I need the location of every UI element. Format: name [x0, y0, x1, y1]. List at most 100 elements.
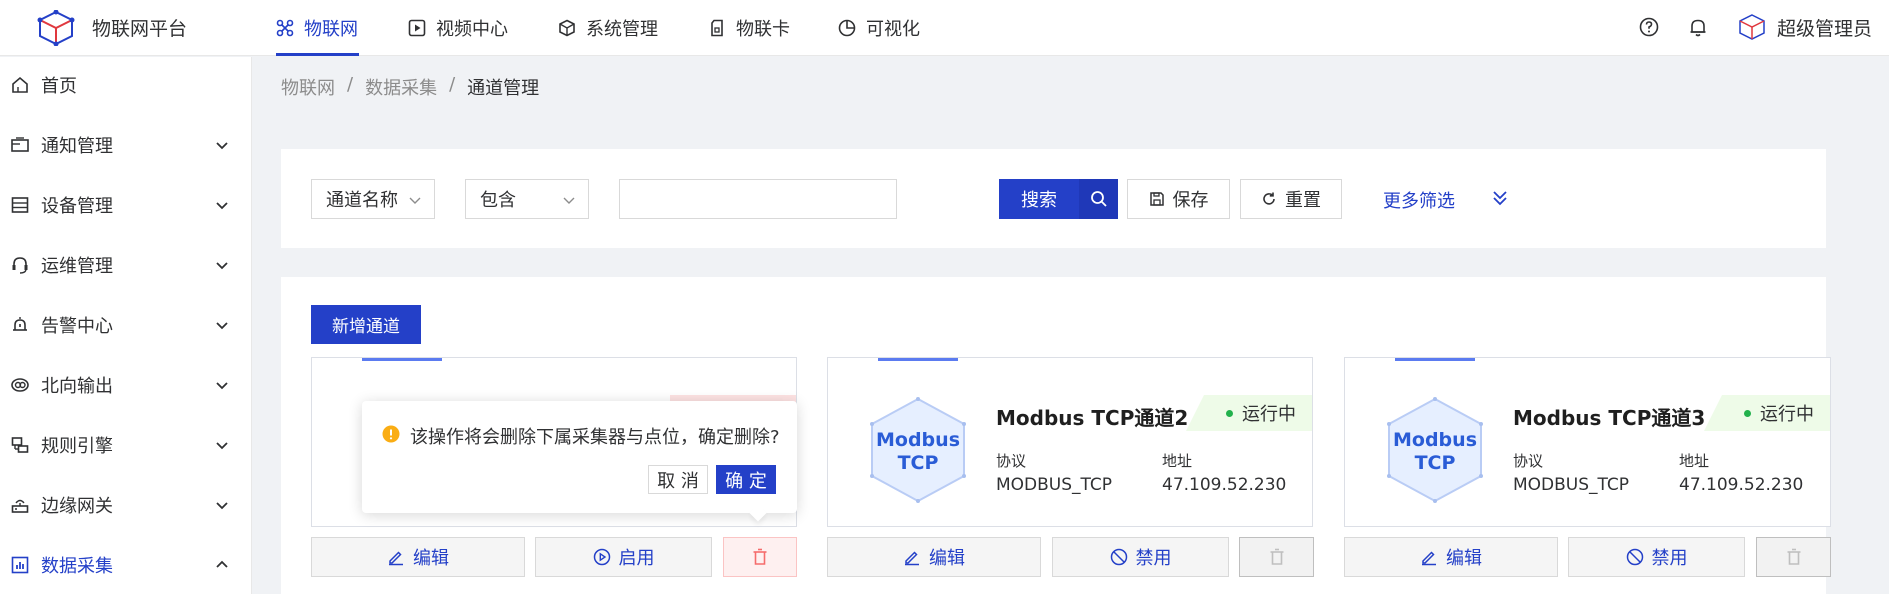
field-select[interactable]: 通道名称	[311, 179, 435, 219]
disable-button[interactable]: 禁用	[1568, 537, 1745, 577]
user-name[interactable]: 超级管理员	[1777, 14, 1872, 41]
card-tab	[1395, 358, 1475, 361]
save-icon	[1149, 192, 1164, 206]
sidebar-item-northbound[interactable]: 北向输出	[0, 357, 252, 413]
confirm-button[interactable]: 确 定	[716, 465, 776, 494]
notification-icon	[11, 137, 29, 152]
warning-icon	[382, 425, 400, 443]
reset-button-label: 重置	[1285, 190, 1321, 211]
status-dot	[1226, 410, 1233, 417]
nav-label: 可视化	[866, 19, 920, 40]
card-tab	[878, 358, 958, 361]
nav-system[interactable]: 系统管理	[558, 0, 658, 56]
output-icon	[11, 378, 29, 392]
status-dot	[1744, 410, 1751, 417]
sidebar-item-notifications[interactable]: 通知管理	[0, 117, 252, 173]
trash-icon	[1270, 548, 1283, 565]
sidebar: 首页 通知管理 设备管理 运维管理 告警中心 北向输出 规则引擎 边缘网关 数据…	[0, 57, 252, 594]
search-icon-button[interactable]	[1079, 179, 1118, 219]
chevron-down-icon	[216, 322, 228, 330]
status-text: 运行中	[1242, 404, 1296, 425]
sidebar-item-devices[interactable]: 设备管理	[0, 177, 252, 233]
sidebar-item-label: 数据采集	[41, 556, 113, 577]
edit-button-label: 编辑	[929, 548, 965, 569]
reset-button[interactable]: 重置	[1240, 179, 1342, 219]
sidebar-item-label: 设备管理	[41, 196, 113, 217]
stop-circle-icon	[1626, 548, 1643, 566]
nav-visualization[interactable]: 可视化	[838, 0, 920, 56]
chevron-down-icon	[216, 382, 228, 390]
trash-icon	[1787, 548, 1800, 565]
enable-button[interactable]: 启用	[535, 537, 712, 577]
edit-icon	[905, 551, 919, 566]
nav-label: 系统管理	[586, 19, 658, 40]
operator-select[interactable]: 包含	[465, 179, 589, 219]
device-icon	[11, 197, 29, 213]
system-icon	[559, 19, 575, 37]
bell-icon[interactable]	[1687, 16, 1709, 38]
nav-iot[interactable]: 物联网	[276, 0, 358, 56]
chevron-down-icon	[216, 502, 228, 510]
video-icon	[408, 19, 426, 37]
pie-chart-icon	[838, 19, 856, 37]
sidebar-item-operations[interactable]: 运维管理	[0, 237, 252, 293]
edit-button[interactable]: 编辑	[1344, 537, 1558, 577]
logo-icon	[37, 10, 75, 46]
breadcrumb-item[interactable]: 数据采集	[365, 74, 437, 100]
cancel-button[interactable]: 取 消	[648, 465, 708, 494]
add-channel-button[interactable]: 新增通道	[311, 305, 421, 344]
edit-button-label: 编辑	[413, 548, 449, 569]
search-button[interactable]: 搜索	[999, 179, 1079, 219]
protocol-value: MODBUS_TCP	[996, 475, 1113, 495]
protocol-label: 协议	[1513, 452, 1544, 470]
help-icon[interactable]	[1638, 16, 1660, 38]
delete-button	[1756, 537, 1831, 577]
field-select-value: 通道名称	[326, 190, 398, 211]
sidebar-item-alarms[interactable]: 告警中心	[0, 297, 252, 353]
gateway-icon	[11, 499, 29, 513]
edit-button[interactable]: 编辑	[311, 537, 525, 577]
sidebar-item-label: 告警中心	[41, 316, 113, 337]
double-chevron-down-icon[interactable]	[1491, 189, 1509, 207]
delete-button[interactable]	[723, 537, 797, 577]
sidebar-item-label: 通知管理	[41, 136, 113, 157]
breadcrumb-current: 通道管理	[467, 78, 540, 99]
sidebar-item-data-collection[interactable]: 数据采集	[0, 537, 252, 593]
sidebar-item-rules[interactable]: 规则引擎	[0, 417, 252, 473]
chevron-down-icon	[216, 142, 228, 150]
channel-title: Modbus TCP通道2	[996, 406, 1189, 430]
modbus-tcp-logo: Modbus TCP	[1387, 397, 1483, 503]
alarm-icon	[13, 317, 27, 331]
breadcrumb-item[interactable]: 物联网	[281, 74, 335, 100]
breadcrumb: 物联网 / 数据采集 / 通道管理	[281, 74, 539, 100]
channel-card[interactable]: Modbus TCP Modbus TCP通道3 运行中 协议 MODBUS_T…	[1344, 357, 1831, 527]
trash-icon	[753, 548, 767, 565]
nav-video[interactable]: 视频中心	[408, 0, 508, 56]
nav-sim-card[interactable]: 物联卡	[708, 0, 790, 56]
card-tab	[362, 358, 442, 361]
nav-label: 视频中心	[436, 19, 508, 40]
iot-icon	[276, 19, 294, 37]
stop-circle-icon	[1110, 548, 1127, 566]
nav-label: 物联网	[304, 19, 358, 40]
save-button[interactable]: 保存	[1127, 179, 1230, 219]
channel-card[interactable]: Modbus TCP Modbus TCP通道2 运行中 协议 MODBUS_T…	[827, 357, 1313, 527]
home-icon	[12, 76, 28, 93]
filter-panel: 通道名称 包含 搜索 保存 重置 更多筛选	[281, 149, 1826, 248]
filter-value-input[interactable]	[619, 179, 897, 219]
sim-card-icon	[711, 19, 723, 37]
top-bar: 物联网平台 物联网 视频中心 系统管理 物联卡 可视化 超级管理员	[0, 0, 1889, 56]
more-filters-link[interactable]: 更多筛选	[1383, 187, 1455, 213]
chevron-up-icon	[216, 560, 228, 568]
disable-button[interactable]: 禁用	[1052, 537, 1229, 577]
protocol-label: 协议	[996, 452, 1027, 470]
edit-button[interactable]: 编辑	[827, 537, 1041, 577]
breadcrumb-separator: /	[449, 74, 456, 95]
user-avatar-icon[interactable]	[1737, 11, 1767, 43]
logo-text-line2: TCP	[1415, 452, 1456, 474]
nav-label: 物联卡	[736, 19, 790, 40]
sidebar-item-home[interactable]: 首页	[0, 57, 252, 113]
channel-title: Modbus TCP通道3	[1513, 406, 1706, 430]
address-value: 47.109.52.230	[1679, 475, 1804, 495]
sidebar-item-edge-gateway[interactable]: 边缘网关	[0, 477, 252, 533]
